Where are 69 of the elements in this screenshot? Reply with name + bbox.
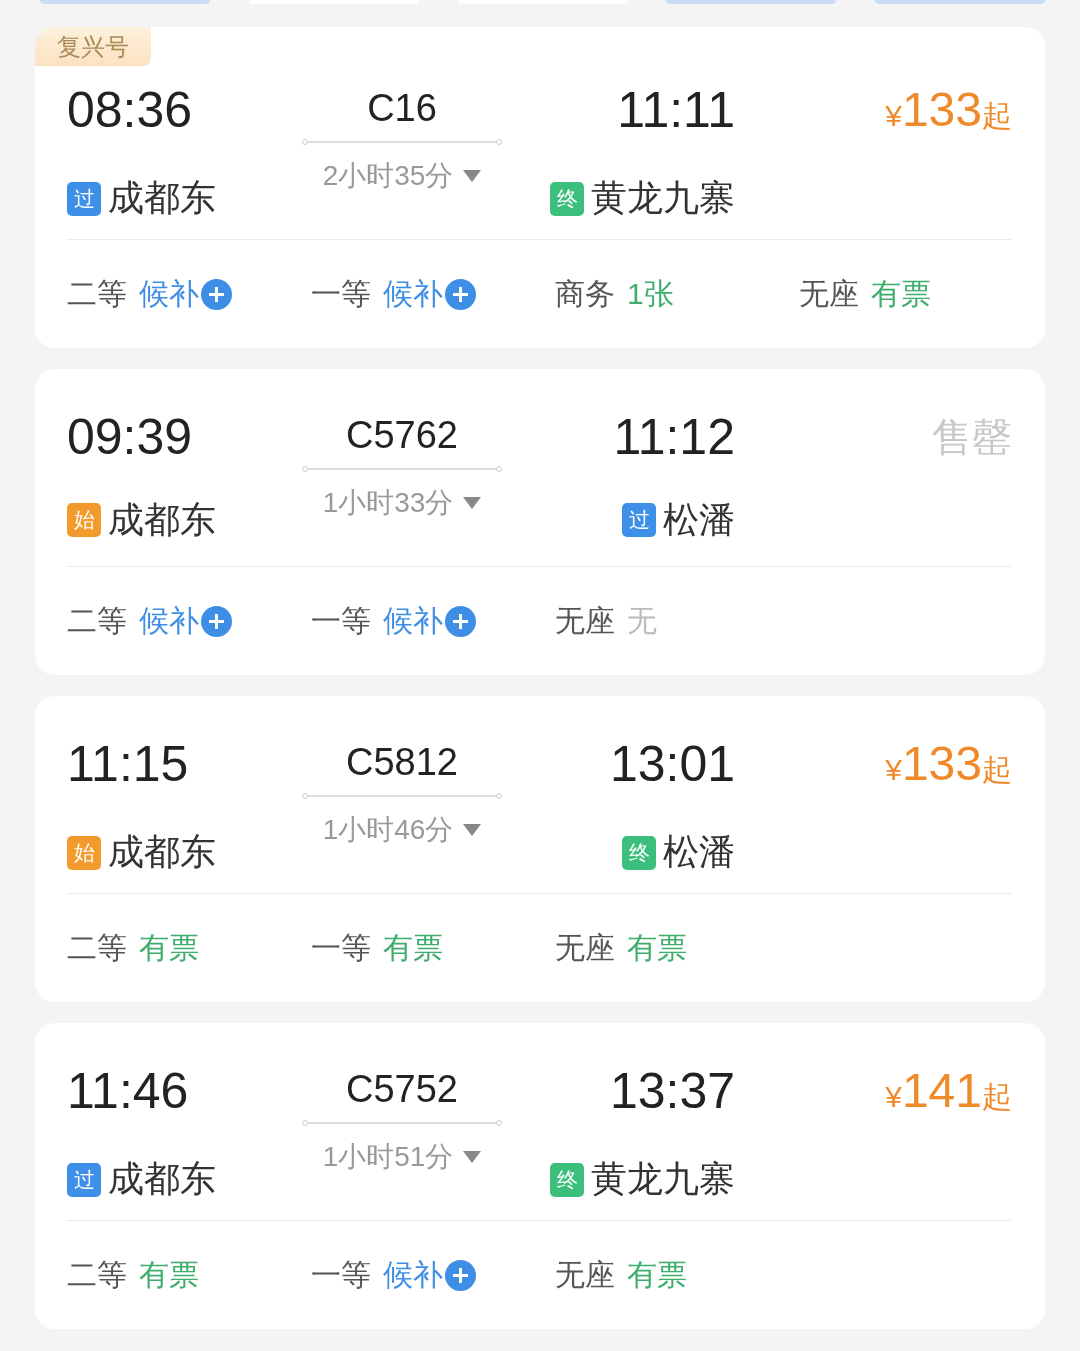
seat-availability: 有票: [627, 929, 687, 966]
station-badge: 始: [67, 503, 101, 537]
plus-icon[interactable]: [445, 605, 476, 637]
price: ¥133起: [885, 736, 1012, 792]
arrival-time: 13:37: [609, 1062, 735, 1121]
train-card[interactable]: 复兴号 08:36 过 成都东 C16 2小时35分 11:11 终 黄龙九寨 ¥133起 二等 候补 一等 候补 商务 1张 无座 有票: [35, 27, 1045, 348]
travel-duration: 1小时46分: [322, 813, 454, 847]
seat-availability: 有票: [627, 1256, 687, 1293]
seat-class: 二等: [67, 1256, 127, 1293]
station-badge: 终: [550, 1162, 584, 1197]
seat-availability: 有票: [139, 1256, 199, 1293]
station-name: 成都东: [108, 830, 216, 874]
train-card[interactable]: 11:15 始 成都东 C5812 1小时46分 13:01 终 松潘 ¥133起 二等 有票 一等 有票 无座 有票: [35, 696, 1045, 1002]
arrival-time: 13:01: [609, 735, 735, 794]
seat-class: 无座: [555, 602, 615, 639]
dropdown-caret-icon[interactable]: [463, 824, 482, 836]
seat-class: 二等: [67, 929, 127, 966]
dropdown-caret-icon[interactable]: [463, 1151, 482, 1163]
departure-time: 09:39: [67, 408, 194, 467]
station-name: 松潘: [663, 497, 735, 542]
seat-class: 二等: [67, 275, 127, 312]
station-name: 松潘: [663, 830, 735, 874]
station-name: 黄龙九寨: [591, 1157, 735, 1201]
station-badge: 过: [622, 503, 656, 537]
seat-class: 二等: [67, 602, 127, 639]
train-card[interactable]: 11:46 过 成都东 C5752 1小时51分 13:37 终 黄龙九寨 ¥141起 二等 有票 一等 候补 无座 有票: [35, 1023, 1045, 1329]
seat-availability: 有票: [383, 929, 443, 966]
travel-duration: 2小时35分: [322, 159, 454, 193]
seat-class: 一等: [311, 1256, 371, 1293]
seat-availability: 有票: [139, 929, 199, 966]
seat-class: 一等: [311, 275, 371, 312]
train-number[interactable]: C5752: [346, 1061, 458, 1117]
arrival-time: 11:12: [613, 408, 735, 467]
seat-availability: 有票: [871, 275, 931, 312]
departure-time: 08:36: [67, 81, 194, 140]
station-name: 成都东: [108, 1157, 216, 1201]
train-type-tag: 复兴号: [35, 27, 151, 66]
train-number[interactable]: C16: [367, 80, 437, 136]
station-name: 黄龙九寨: [591, 176, 735, 220]
station-badge: 过: [67, 181, 101, 216]
plus-icon[interactable]: [201, 278, 232, 310]
plus-icon[interactable]: [445, 1259, 476, 1291]
station-name: 成都东: [108, 176, 216, 220]
departure-time: 11:46: [67, 1062, 190, 1121]
station-badge: 终: [622, 835, 656, 870]
seat-class: 无座: [555, 1256, 615, 1293]
train-number[interactable]: C5812: [346, 734, 458, 790]
seat-class: 无座: [799, 275, 859, 312]
travel-duration: 1小时33分: [322, 486, 454, 520]
seat-availability: 无: [627, 602, 657, 639]
dropdown-caret-icon[interactable]: [463, 497, 482, 509]
seat-class: 一等: [311, 602, 371, 639]
plus-icon[interactable]: [445, 278, 476, 310]
departure-time: 11:15: [67, 735, 190, 794]
seat-class: 无座: [555, 929, 615, 966]
station-badge: 始: [67, 835, 101, 870]
seat-availability: 1张: [627, 275, 674, 312]
price: ¥141起: [885, 1063, 1012, 1119]
station-name: 成都东: [108, 497, 216, 542]
station-badge: 终: [550, 181, 584, 216]
seat-class: 一等: [311, 929, 371, 966]
plus-icon[interactable]: [201, 605, 232, 637]
arrival-time: 11:11: [617, 81, 735, 140]
seat-class: 商务: [555, 275, 615, 312]
dropdown-caret-icon[interactable]: [463, 170, 482, 182]
travel-duration: 1小时51分: [322, 1140, 454, 1174]
price: ¥133起: [885, 82, 1012, 138]
train-number[interactable]: C5762: [346, 407, 458, 463]
station-badge: 过: [67, 1162, 101, 1197]
